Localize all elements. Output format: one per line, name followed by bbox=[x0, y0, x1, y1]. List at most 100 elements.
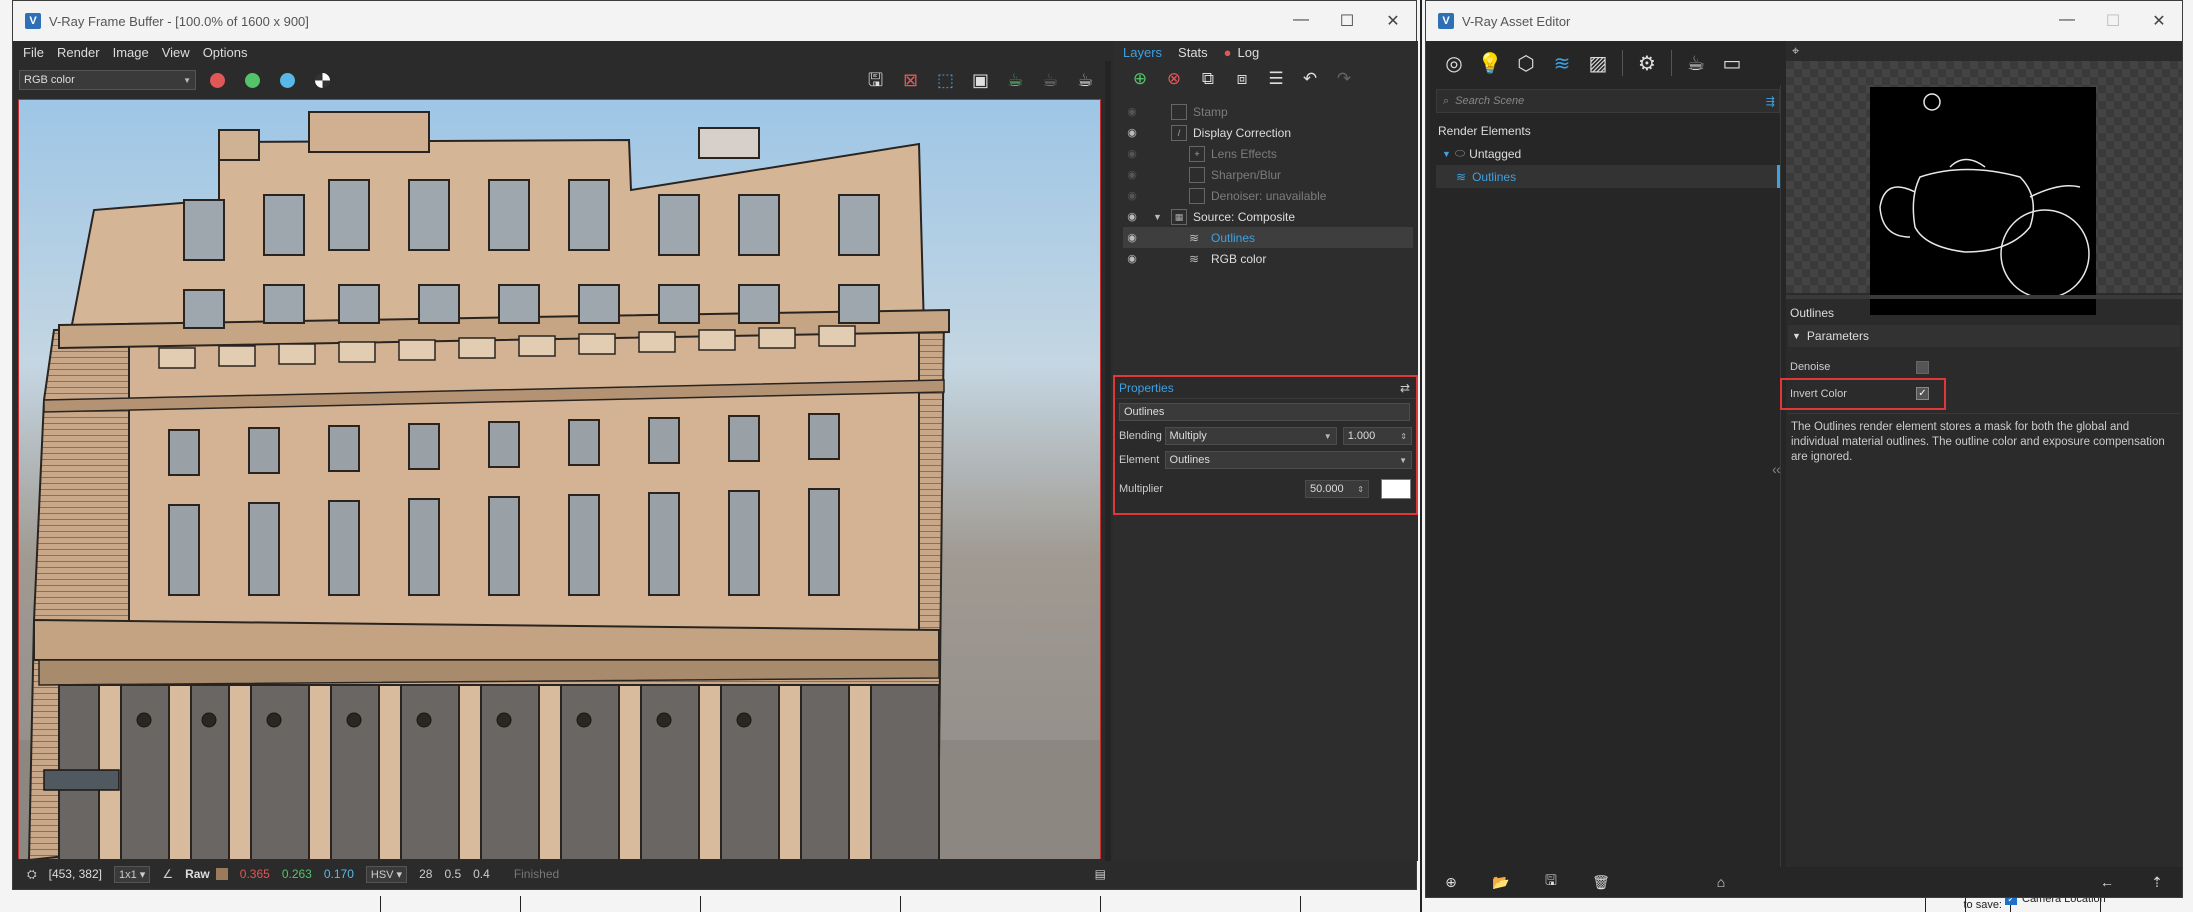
lights-icon[interactable]: 💡 bbox=[1472, 51, 1508, 76]
materials-icon[interactable]: ◎ bbox=[1436, 51, 1472, 76]
layer-row-display-correction[interactable]: ◉ / Display Correction bbox=[1123, 122, 1413, 143]
denoise-label: Denoise bbox=[1790, 361, 1831, 373]
menu-image[interactable]: Image bbox=[113, 45, 149, 60]
tree-group-untagged[interactable]: ▼ ⬭ Untagged bbox=[1436, 142, 1780, 165]
zoom-select[interactable]: 1x1 ▾ bbox=[114, 865, 151, 883]
load-layers-icon[interactable]: ⧉ bbox=[1191, 69, 1225, 89]
preview-settings-icon[interactable]: ⌖ bbox=[1792, 43, 1799, 59]
element-select[interactable]: Outlines ▼ bbox=[1164, 451, 1412, 469]
expand-arrow-icon[interactable]: ▼ bbox=[1442, 149, 1451, 159]
render-elements-icon[interactable]: ≋ bbox=[1544, 51, 1580, 76]
layer-presets-icon[interactable]: ☰ bbox=[1259, 69, 1293, 89]
pick-pixel-icon[interactable]: ⛭ bbox=[27, 867, 37, 882]
region-render-icon[interactable]: ⬚ bbox=[928, 67, 963, 93]
save-file-icon[interactable]: 🖫 bbox=[1526, 870, 1576, 894]
blue-channel-toggle[interactable] bbox=[280, 72, 295, 88]
eye-icon[interactable]: ◉ bbox=[1123, 231, 1141, 244]
search-scene-input[interactable]: ⌕ Search Scene ⇶ bbox=[1436, 89, 1780, 113]
red-channel-toggle[interactable] bbox=[210, 72, 225, 88]
geometry-icon[interactable]: ⬡ bbox=[1508, 51, 1544, 76]
layer-name-field[interactable]: Outlines bbox=[1119, 403, 1410, 421]
close-button[interactable]: ✕ bbox=[1370, 11, 1416, 31]
eye-icon[interactable]: ◉ bbox=[1123, 126, 1141, 139]
tree-root-render-elements[interactable]: Render Elements bbox=[1436, 119, 1780, 142]
history-icon[interactable]: ▤ bbox=[1095, 867, 1106, 881]
settings-gear-icon[interactable]: ⚙ bbox=[1629, 51, 1665, 76]
panel-divider[interactable] bbox=[1105, 61, 1111, 861]
log-indicator-icon: ● bbox=[1223, 44, 1232, 60]
render-element-icon: ≋ bbox=[1456, 169, 1467, 184]
track-mouse-icon[interactable]: ▣ bbox=[963, 67, 998, 93]
back-arrow-icon[interactable]: ← bbox=[2082, 874, 2132, 890]
opacity-spinner[interactable]: 1.000 ⇕ bbox=[1342, 427, 1412, 445]
parameters-section-header[interactable]: ▼ Parameters bbox=[1788, 325, 2180, 347]
preview-splitter[interactable] bbox=[1786, 295, 2182, 299]
asset-properties-panel: ⌖ Outlines ▼ Parameters Denoise Invert C… bbox=[1772, 41, 2182, 867]
filter-icon[interactable]: ⇶ bbox=[1766, 95, 1775, 108]
add-asset-icon[interactable]: ⊕ bbox=[1426, 874, 1476, 891]
eye-icon[interactable]: ◉ bbox=[1123, 168, 1141, 181]
minimize-button[interactable]: — bbox=[2044, 11, 2090, 31]
curve-icon[interactable]: ∠ bbox=[162, 867, 173, 881]
menu-options[interactable]: Options bbox=[203, 45, 248, 60]
layer-row-stamp[interactable]: ◉ Stamp bbox=[1123, 101, 1413, 122]
render-region-teapot-icon[interactable]: ☕ bbox=[1033, 67, 1068, 93]
layer-row-sharpen-blur[interactable]: ◉ Sharpen/Blur bbox=[1123, 164, 1413, 185]
delete-icon[interactable]: 🗑 bbox=[1576, 874, 1626, 891]
eye-icon[interactable]: ◉ bbox=[1123, 189, 1141, 202]
eye-icon[interactable]: ◉ bbox=[1123, 147, 1141, 160]
textures-icon[interactable]: ▨ bbox=[1580, 51, 1616, 76]
denoise-checkbox[interactable] bbox=[1916, 361, 1929, 374]
eye-icon[interactable]: ◉ bbox=[1123, 105, 1141, 118]
tab-stats[interactable]: Stats bbox=[1178, 45, 1208, 60]
green-channel-toggle[interactable] bbox=[245, 72, 260, 88]
ae-titlebar[interactable]: V V-Ray Asset Editor — ☐ ✕ bbox=[1426, 1, 2182, 41]
multiplier-spinner[interactable]: 50.000 ⇕ bbox=[1305, 480, 1369, 498]
menu-render[interactable]: Render bbox=[57, 45, 100, 60]
blending-mode-select[interactable]: Multiply ▼ bbox=[1164, 427, 1337, 445]
layer-row-rgb-color[interactable]: ◉ ≋ RGB color bbox=[1123, 248, 1413, 269]
menu-view[interactable]: View bbox=[162, 45, 190, 60]
eye-icon[interactable]: ◉ bbox=[1123, 210, 1141, 223]
outline-color-swatch[interactable] bbox=[1381, 479, 1411, 499]
layer-row-denoiser[interactable]: ◉ Denoiser: unavailable bbox=[1123, 185, 1413, 206]
properties-menu-icon[interactable]: ⇄ bbox=[1400, 381, 1410, 395]
interactive-render-icon[interactable]: ☕ bbox=[998, 67, 1033, 93]
purge-icon[interactable]: ⌂ bbox=[1696, 874, 1746, 890]
render-view[interactable] bbox=[18, 99, 1101, 861]
render-teapot-icon[interactable]: ☕ bbox=[1068, 67, 1103, 93]
collapse-right-handle[interactable]: ‹ bbox=[1772, 461, 1777, 477]
layer-row-source-composite[interactable]: ◉ ▼ ▦ Source: Composite bbox=[1123, 206, 1413, 227]
maximize-button[interactable]: ☐ bbox=[2090, 11, 2136, 31]
layer-row-lens-effects[interactable]: ◉ + Lens Effects bbox=[1123, 143, 1413, 164]
maximize-button[interactable]: ☐ bbox=[1324, 11, 1370, 31]
colorspace-select[interactable]: HSV ▾ bbox=[365, 865, 408, 883]
save-image-icon[interactable]: 🖫 bbox=[858, 67, 893, 93]
tab-log[interactable]: Log bbox=[1238, 45, 1260, 60]
minimize-button[interactable]: — bbox=[1278, 11, 1324, 31]
tree-item-outlines[interactable]: ≋ Outlines bbox=[1436, 165, 1780, 188]
channel-select[interactable]: RGB color ▼ bbox=[19, 70, 196, 90]
tab-layers[interactable]: Layers bbox=[1123, 45, 1162, 60]
close-button[interactable]: ✕ bbox=[2136, 11, 2182, 31]
clear-image-icon[interactable]: ⊠ bbox=[893, 67, 928, 93]
delete-layer-icon[interactable]: ⊗ bbox=[1157, 69, 1191, 89]
expand-arrow-icon[interactable]: ▼ bbox=[1153, 212, 1171, 222]
upload-icon[interactable]: ⇡ bbox=[2132, 874, 2182, 891]
undo-icon[interactable]: ↶ bbox=[1293, 69, 1327, 89]
menu-file[interactable]: File bbox=[23, 45, 44, 60]
eye-icon[interactable]: ◉ bbox=[1123, 252, 1141, 265]
render-teapot-icon[interactable]: ☕ bbox=[1678, 51, 1714, 76]
add-layer-icon[interactable]: ⊕ bbox=[1123, 69, 1157, 89]
frame-buffer-icon[interactable]: ▭ bbox=[1714, 51, 1750, 76]
redo-icon[interactable]: ↷ bbox=[1327, 69, 1361, 89]
vray-logo-icon: V bbox=[1438, 13, 1454, 29]
vfb-titlebar[interactable]: V V-Ray Frame Buffer - [100.0% of 1600 x… bbox=[13, 1, 1416, 41]
save-layers-icon[interactable]: ⧈ bbox=[1225, 69, 1259, 89]
pixel-coordinates: [453, 382] bbox=[48, 867, 102, 881]
alpha-channel-toggle[interactable] bbox=[315, 72, 330, 88]
open-file-icon[interactable]: 📂 bbox=[1476, 874, 1526, 891]
spinner-icon: ⇕ bbox=[1357, 484, 1364, 494]
teapot-outline-image bbox=[1879, 93, 2090, 299]
layer-row-outlines[interactable]: ◉ ≋ Outlines bbox=[1123, 227, 1413, 248]
